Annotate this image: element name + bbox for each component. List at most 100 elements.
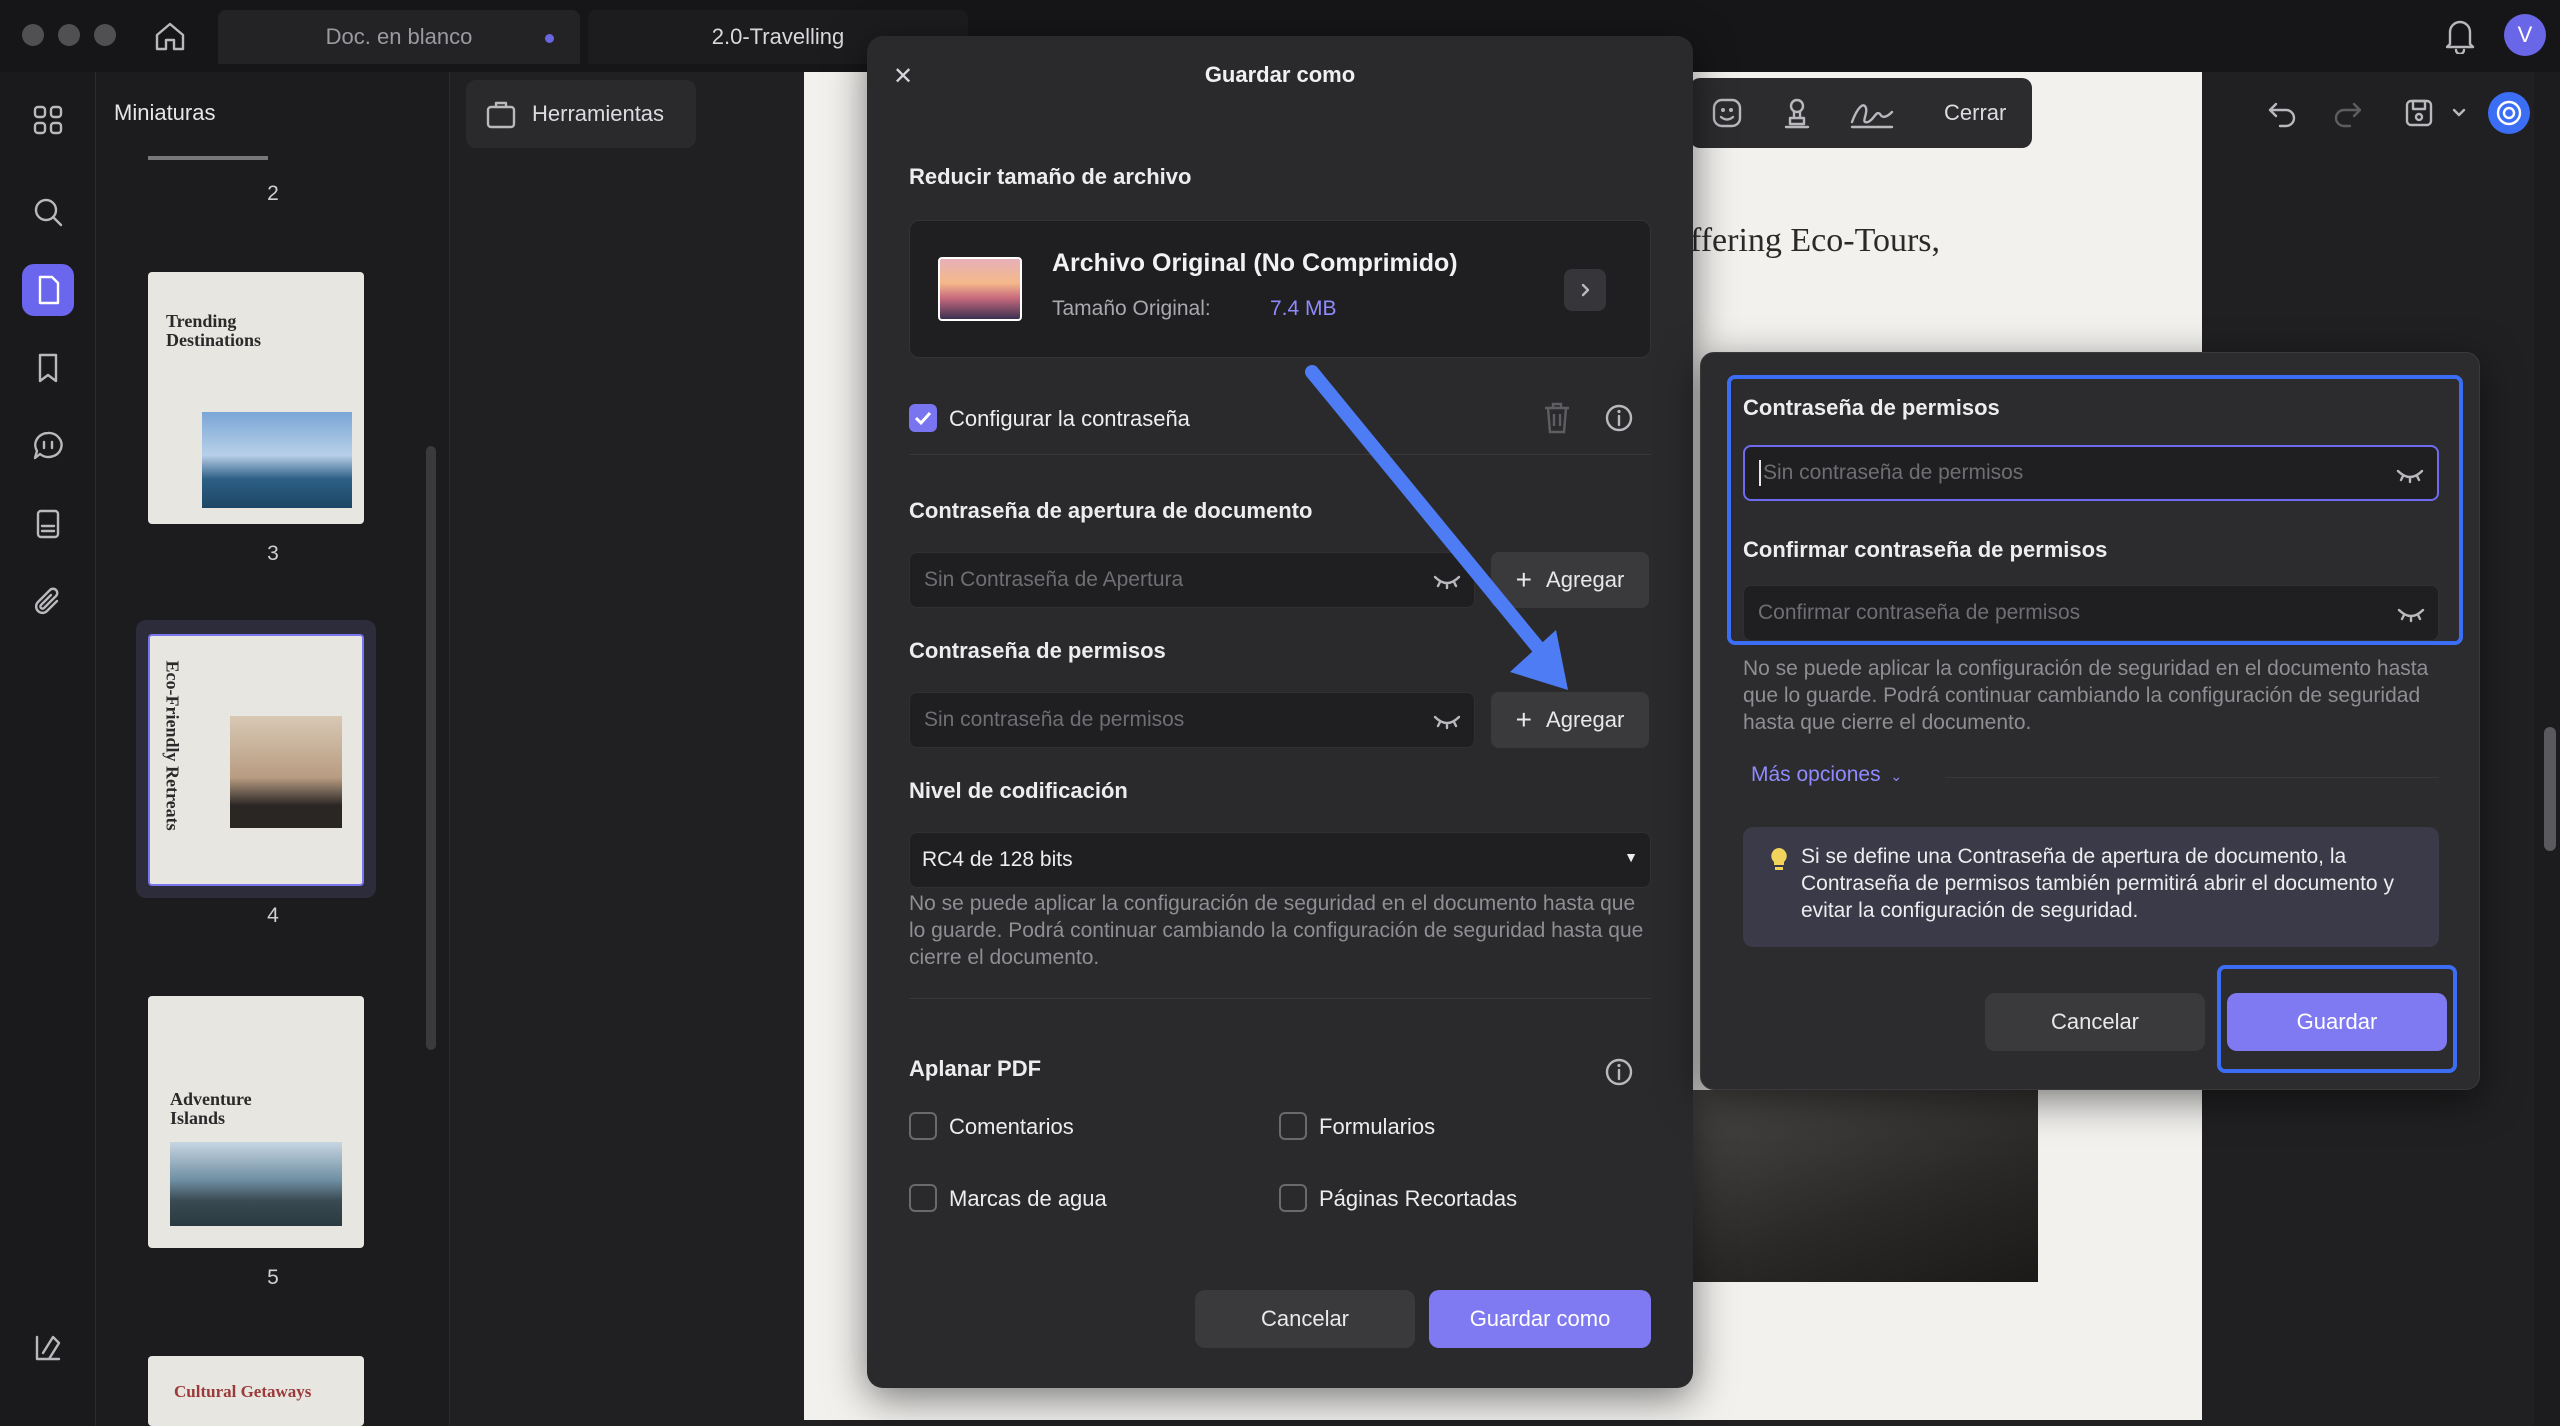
permissions-password-input[interactable]: Sin contraseña de permisos: [1743, 445, 2439, 501]
thumbnails-scrollbar[interactable]: [426, 446, 436, 1050]
home-icon[interactable]: [152, 18, 188, 54]
eye-closed-icon[interactable]: [2396, 602, 2426, 626]
bookmark-icon[interactable]: [22, 342, 74, 394]
bell-icon[interactable]: [2442, 16, 2478, 54]
tab-label: Doc. en blanco: [325, 24, 473, 49]
close-edit-button[interactable]: Cerrar: [1944, 100, 2006, 126]
watermarks-checkbox[interactable]: [909, 1184, 937, 1212]
permissions-heading: Contraseña de permisos: [909, 638, 1166, 663]
unsaved-dot: [545, 34, 554, 43]
popup-cancel-button[interactable]: Cancelar: [1985, 993, 2205, 1051]
cropped-pages-checkbox[interactable]: [1279, 1184, 1307, 1212]
user-avatar[interactable]: V: [2504, 14, 2546, 56]
document-photo: [1690, 1090, 2038, 1282]
encoding-heading: Nivel de codificación: [909, 778, 1128, 803]
file-size-label: Tamaño Original:: [1052, 297, 1211, 320]
page-3-thumbnail[interactable]: Trending Destinations: [148, 272, 364, 524]
file-option-title: Archivo Original (No Comprimido): [1052, 249, 1458, 277]
page-heading: Cultural Getaways: [174, 1382, 312, 1401]
left-rail: [0, 72, 96, 1426]
encoding-select[interactable]: RC4 de 128 bits ▼: [909, 832, 1651, 888]
permissions-placeholder: Sin contraseña de permisos: [1763, 461, 2024, 484]
file-option-card[interactable]: Archivo Original (No Comprimido) Tamaño …: [909, 220, 1651, 358]
redo-icon[interactable]: [2330, 96, 2364, 130]
forms-checkbox[interactable]: [1279, 1112, 1307, 1140]
permissions-heading: Contraseña de permisos: [1743, 395, 2000, 420]
save-icon[interactable]: [2402, 96, 2436, 130]
page-number: 4: [267, 904, 279, 927]
thumbnails-panel: Miniaturas 2 Trending Destinations 3 Eco…: [96, 72, 450, 1426]
forms-label: Formularios: [1319, 1114, 1436, 1139]
set-password-label: Configurar la contraseña: [949, 406, 1190, 431]
page-number: 5: [267, 1266, 279, 1289]
window-zoom-control[interactable]: [94, 24, 116, 46]
add-permissions-password-button[interactable]: + Agregar: [1491, 692, 1649, 748]
divider: [1945, 777, 2439, 778]
save-as-button[interactable]: Guardar como: [1429, 1290, 1651, 1348]
tools-button[interactable]: Herramientas: [466, 80, 696, 148]
undo-icon[interactable]: [2266, 96, 2300, 130]
confirm-permissions-heading: Confirmar contraseña de permisos: [1743, 537, 2108, 562]
watermarks-label: Marcas de agua: [949, 1186, 1107, 1211]
pointer-arrow-annotation: [1305, 365, 1568, 690]
file-thumbnail-image: [938, 257, 1022, 321]
permissions-password-field[interactable]: Sin contraseña de permisos: [909, 692, 1475, 748]
info-icon[interactable]: [1603, 1056, 1635, 1088]
plus-icon: +: [1515, 704, 1533, 735]
chevron-right-icon[interactable]: [1564, 269, 1606, 311]
attachment-icon[interactable]: [22, 576, 74, 628]
chevron-down-icon: ⌄: [1890, 768, 1903, 784]
eye-closed-icon[interactable]: [1432, 709, 1462, 733]
window-close-control[interactable]: [22, 24, 44, 46]
more-options-link[interactable]: Más opciones ⌄: [1751, 763, 1902, 787]
set-password-checkbox[interactable]: [909, 404, 937, 432]
page-2-thumb-edge[interactable]: [148, 156, 268, 160]
document-text: ffering Eco-Tours,: [1690, 222, 1941, 259]
page-heading: Eco-Friendly Retreats: [162, 660, 183, 831]
page-number: 3: [267, 542, 279, 565]
page-6-thumbnail[interactable]: Cultural Getaways: [148, 1356, 364, 1426]
file-size-value: 7.4 MB: [1270, 297, 1337, 320]
layers-icon[interactable]: [22, 1322, 74, 1374]
lightbulb-icon: [1771, 848, 1787, 870]
comments-checkbox[interactable]: [909, 1112, 937, 1140]
eye-closed-icon[interactable]: [2395, 463, 2425, 487]
canvas-scrollbar[interactable]: [2544, 727, 2556, 851]
thumbnails-icon[interactable]: [22, 264, 74, 316]
dialog-title: Guardar como: [1204, 62, 1356, 87]
ai-assistant-icon[interactable]: [2488, 92, 2530, 134]
toolbox-icon: [486, 101, 516, 129]
chevron-down-icon[interactable]: [2450, 104, 2468, 122]
tip-text: Si se define una Contraseña de apertura …: [1801, 845, 2394, 922]
confirm-permissions-input[interactable]: Confirmar contraseña de permisos: [1743, 585, 2439, 641]
add-label: Agregar: [1546, 707, 1625, 732]
form-icon[interactable]: [22, 498, 74, 550]
cropped-pages-label: Páginas Recortadas: [1319, 1186, 1518, 1211]
comment-icon[interactable]: [22, 420, 74, 472]
save-as-dialog: ✕ Guardar como Reducir tamaño de archivo…: [867, 36, 1693, 1388]
page-5-thumbnail[interactable]: Adventure Islands: [148, 996, 364, 1248]
page-image: [230, 716, 342, 828]
tab-blank-document[interactable]: Doc. en blanco: [218, 10, 580, 64]
comments-label: Comentarios: [949, 1114, 1074, 1139]
stamp-icon[interactable]: [1780, 96, 1814, 130]
search-icon[interactable]: [22, 186, 74, 238]
page-heading: Adventure Islands: [170, 1089, 252, 1128]
avatar-initial: V: [2517, 22, 2533, 47]
encoding-value: RC4 de 128 bits: [922, 848, 1073, 871]
sticker-icon[interactable]: [1710, 96, 1744, 130]
popup-save-button[interactable]: Guardar: [2227, 993, 2447, 1051]
apps-grid-icon[interactable]: [22, 94, 74, 146]
info-icon[interactable]: [1603, 402, 1635, 434]
window-minimize-control[interactable]: [58, 24, 80, 46]
page-image: [170, 1142, 342, 1226]
confirm-placeholder: Confirmar contraseña de permisos: [1758, 601, 2081, 624]
more-options-label: Más opciones: [1751, 763, 1881, 786]
signature-icon[interactable]: [1848, 96, 1896, 130]
info-tip-box: Si se define una Contraseña de apertura …: [1743, 827, 2439, 947]
thumbnails-title: Miniaturas: [114, 100, 216, 125]
page-4-thumbnail[interactable]: Eco-Friendly Retreats: [148, 634, 364, 886]
open-password-heading: Contraseña de apertura de documento: [909, 498, 1313, 523]
canvas-scroll-track: [2534, 72, 2560, 1426]
cancel-button[interactable]: Cancelar: [1195, 1290, 1415, 1348]
